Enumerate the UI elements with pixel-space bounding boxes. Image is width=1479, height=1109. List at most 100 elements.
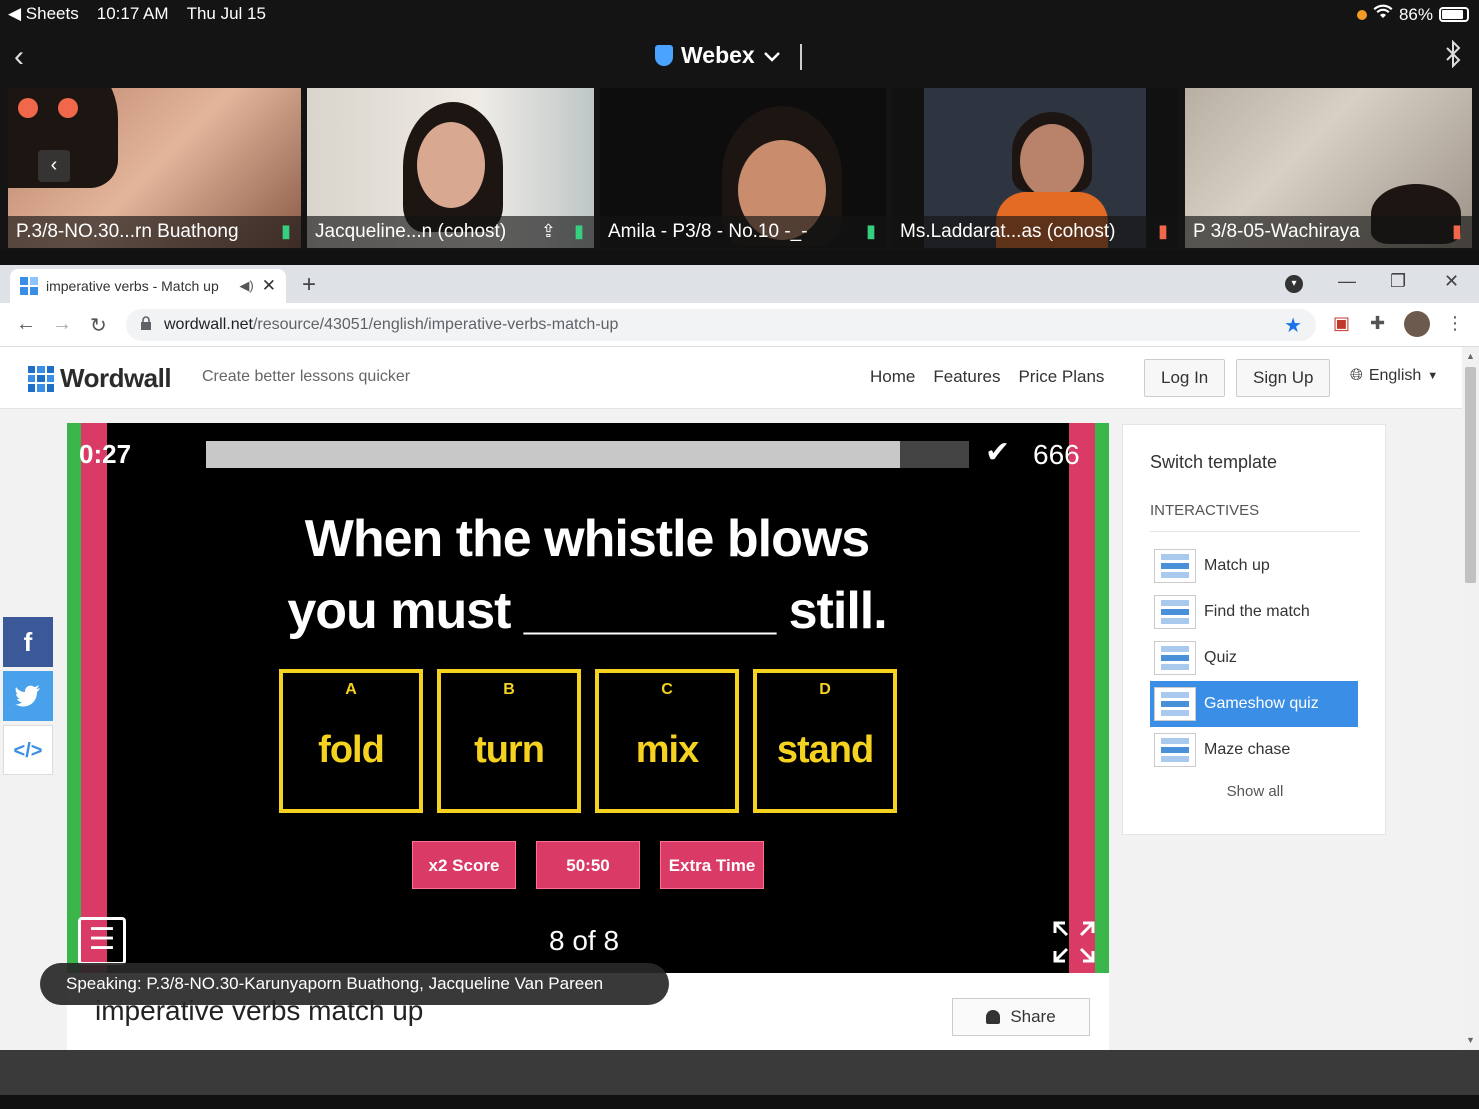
game-score: 666 xyxy=(1033,439,1080,470)
gameshow-quiz-game[interactable]: 0:27 ✔ 666 When the whistle blows you mu… xyxy=(67,423,1109,973)
signup-button[interactable]: Sign Up xyxy=(1236,359,1331,397)
time-progress-bar xyxy=(206,441,969,468)
nav-home[interactable]: Home xyxy=(870,367,915,387)
template-match-up[interactable]: Match up xyxy=(1150,543,1358,589)
reload-icon[interactable]: ↻ xyxy=(90,313,107,338)
url-path: /resource/43051/english/imperative-verbs… xyxy=(252,316,619,333)
profile-avatar[interactable] xyxy=(1404,311,1430,337)
language-selector[interactable]: 🌐︎ English ▼ xyxy=(1350,367,1438,385)
url-host: wordwall.net xyxy=(164,316,253,333)
chevron-down-icon xyxy=(763,42,781,69)
quiz-thumbnail-icon xyxy=(1154,641,1196,675)
share-button[interactable]: Share xyxy=(952,998,1090,1036)
back-icon[interactable]: ← xyxy=(16,313,36,336)
new-tab-icon[interactable]: + xyxy=(302,271,316,299)
close-window-icon[interactable]: ✕ xyxy=(1444,271,1459,292)
maze-chase-thumbnail-icon xyxy=(1154,733,1196,767)
more-menu-icon[interactable]: ⋮ xyxy=(1446,313,1464,334)
chevron-left-icon[interactable]: ‹ xyxy=(14,40,24,74)
extra-time-button[interactable]: Extra Time xyxy=(660,841,764,889)
back-to-app-link[interactable]: ◀ Sheets xyxy=(8,4,79,24)
twitter-share-icon[interactable] xyxy=(3,671,53,721)
wordwall-favicon-icon xyxy=(20,277,38,295)
site-header: Wordwall Create better lessons quicker H… xyxy=(0,347,1462,409)
bottom-edge xyxy=(0,1095,1479,1109)
find-the-match-thumbnail-icon xyxy=(1154,595,1196,629)
microphone-icon: ▮ xyxy=(281,221,291,241)
user-icon xyxy=(986,1010,1001,1024)
language-label: English xyxy=(1368,367,1422,384)
participant-tile[interactable]: P 3/8-05-Wachiraya ▮ xyxy=(1185,88,1472,248)
page-scrollbar[interactable]: ▲ ▼ xyxy=(1462,347,1479,1050)
answer-option-c[interactable]: C mix xyxy=(595,669,739,813)
x2-score-button[interactable]: x2 Score xyxy=(412,841,516,889)
bottom-bar xyxy=(0,1050,1479,1095)
scroll-up-icon[interactable]: ▲ xyxy=(1466,351,1475,361)
minimize-icon[interactable]: — xyxy=(1338,271,1356,292)
microphone-muted-icon: ▮ xyxy=(1452,221,1462,241)
battery-icon xyxy=(1439,7,1469,22)
left-life-rail xyxy=(67,423,107,973)
address-bar[interactable]: wordwall.net/resource/43051/english/impe… xyxy=(126,309,1316,341)
participant-tile[interactable]: Jacqueline...n (cohost) ⇪ ▮ xyxy=(307,88,594,248)
speaker-icon[interactable]: ◀) xyxy=(239,278,253,294)
answer-letter: C xyxy=(661,681,673,698)
template-gameshow-quiz[interactable]: Gameshow quiz xyxy=(1150,681,1358,727)
speaking-indicator: Speaking: P.3/8-NO.30-Karunyaporn Buatho… xyxy=(40,963,669,1005)
participant-tile[interactable]: Amila - P3/8 - No.10 -_- ▮ xyxy=(600,88,886,248)
close-tab-icon[interactable]: ✕ xyxy=(262,276,276,296)
status-date: Thu Jul 15 xyxy=(186,4,266,23)
template-label: Gameshow quiz xyxy=(1204,695,1319,712)
nav-features[interactable]: Features xyxy=(933,367,1000,387)
restore-icon[interactable]: ❐ xyxy=(1390,271,1406,292)
template-label: Maze chase xyxy=(1204,741,1291,758)
recording-indicator-icon xyxy=(1356,9,1367,20)
browser-tab-bar: imperative verbs - Match up ◀) ✕ + ▾ — ❐… xyxy=(0,265,1479,303)
participant-name: P.3/8-NO.30...rn Buathong xyxy=(8,216,301,248)
answer-options: A fold B turn C mix D stand xyxy=(279,669,897,813)
switch-template-title: Switch template xyxy=(1150,452,1278,472)
extension-pocket-icon[interactable]: ▣ xyxy=(1333,313,1350,334)
browser-tab[interactable]: imperative verbs - Match up ◀) ✕ xyxy=(10,269,286,303)
participant-tile[interactable]: Ms.Laddarat...as (cohost) ▮ xyxy=(892,88,1178,248)
webex-header: ‹ Webex xyxy=(0,28,1479,88)
previous-participants-button[interactable]: ‹ xyxy=(38,150,70,182)
embed-code-icon[interactable]: </> xyxy=(3,725,53,775)
participant-name: Ms.Laddarat...as (cohost) xyxy=(892,216,1178,248)
show-all-link[interactable]: Show all xyxy=(1123,783,1387,800)
forward-icon[interactable]: → xyxy=(52,313,72,336)
scroll-down-icon[interactable]: ▼ xyxy=(1466,1035,1475,1045)
fifty-fifty-button[interactable]: 50:50 xyxy=(536,841,640,889)
hamburger-menu-icon[interactable]: ☰ xyxy=(78,917,126,965)
tab-title: imperative verbs - Match up xyxy=(46,278,219,294)
login-button[interactable]: Log In xyxy=(1144,359,1226,397)
answer-letter: B xyxy=(503,681,515,698)
game-timer: 0:27 xyxy=(79,439,132,469)
template-find-the-match[interactable]: Find the match xyxy=(1150,589,1358,635)
facebook-share-icon[interactable]: f xyxy=(3,617,53,667)
answer-option-a[interactable]: A fold xyxy=(279,669,423,813)
template-quiz[interactable]: Quiz xyxy=(1150,635,1358,681)
wordwall-logo[interactable]: Wordwall xyxy=(28,363,172,394)
answer-option-b[interactable]: B turn xyxy=(437,669,581,813)
webex-title-menu[interactable]: Webex xyxy=(655,42,781,69)
participant-tile[interactable]: ‹ P.3/8-NO.30...rn Buathong ▮ xyxy=(8,88,301,248)
wifi-icon xyxy=(1373,4,1393,25)
extensions-puzzle-icon[interactable]: ✚ xyxy=(1370,313,1385,334)
template-maze-chase[interactable]: Maze chase xyxy=(1150,727,1358,773)
web-page: Wordwall Create better lessons quicker H… xyxy=(0,347,1462,1050)
gameshow-quiz-thumbnail-icon xyxy=(1154,687,1196,721)
bluetooth-icon[interactable] xyxy=(1445,39,1461,75)
social-share-rail: f </> xyxy=(3,617,53,779)
scrollbar-thumb[interactable] xyxy=(1465,367,1476,583)
nav-price-plans[interactable]: Price Plans xyxy=(1018,367,1104,387)
tab-search-icon[interactable]: ▾ xyxy=(1285,275,1303,293)
main-nav: Home Features Price Plans xyxy=(870,367,1104,387)
wordwall-logo-icon xyxy=(28,365,54,392)
answer-option-d[interactable]: D stand xyxy=(753,669,897,813)
fullscreen-icon[interactable] xyxy=(1053,921,1095,971)
self-view-indicators xyxy=(18,98,78,118)
bookmark-star-icon[interactable]: ★ xyxy=(1284,313,1302,338)
checkmark-icon: ✔ xyxy=(985,436,1011,469)
interactives-section-label: INTERACTIVES xyxy=(1150,502,1360,532)
